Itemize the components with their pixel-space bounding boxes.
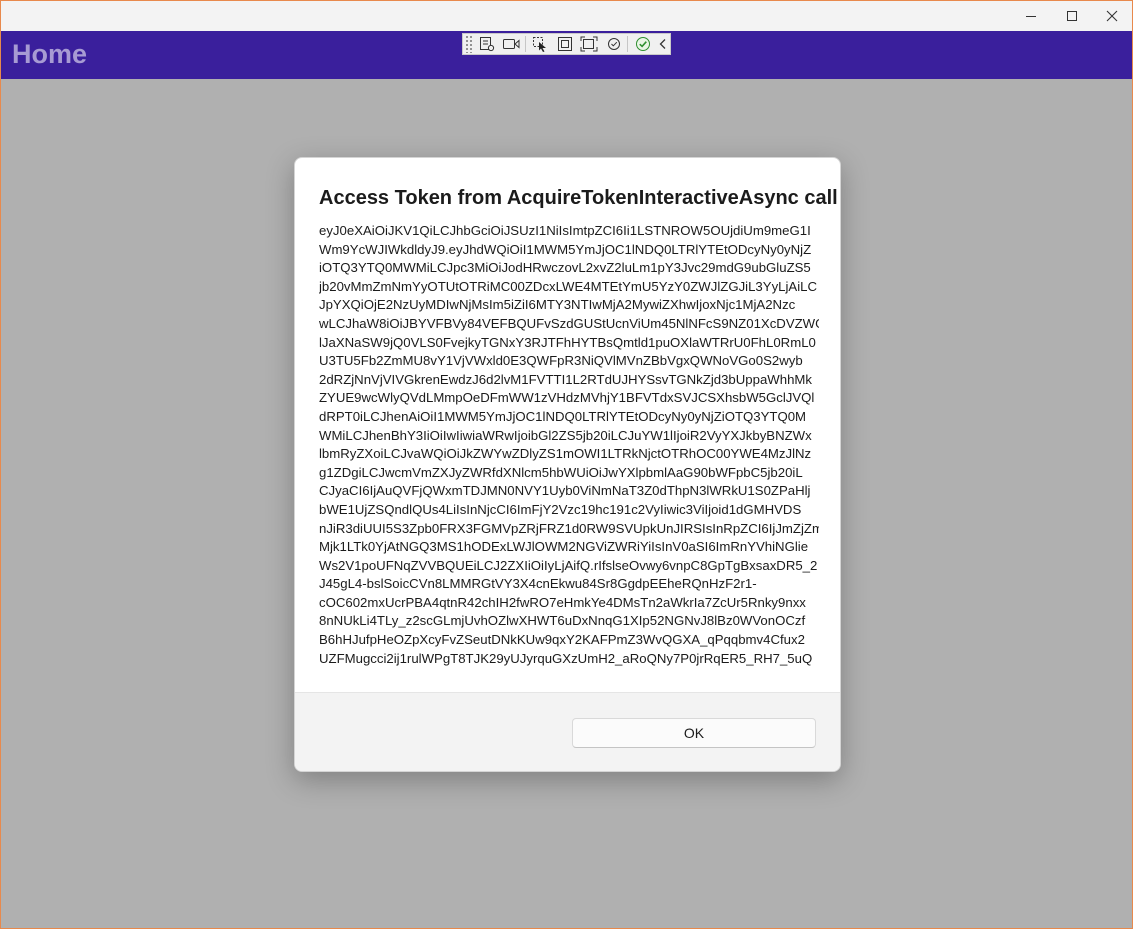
token-line: bWE1UjZSQndlQUs4LiIsInNjcCI6ImFjY2Vzc19h… — [319, 501, 802, 517]
close-icon — [1106, 10, 1118, 22]
token-line: 8nNUkLi4TLy_z2scGLmjUvhOZlwXHWT6uDxNnqG1… — [319, 613, 806, 629]
record-button[interactable] — [501, 34, 522, 54]
select-element-icon — [533, 37, 547, 52]
layout-adorners-button[interactable] — [554, 34, 575, 54]
record-icon — [503, 39, 520, 49]
token-line: dRPT0iLCJhenAiOiI1MWM5YmJjOC1lNDQ0LTRlYT… — [319, 408, 807, 424]
token-line: lJaXNaSW9jQ0VLS0FvejkyTGNxY3RJTFhHYTBsQm… — [319, 334, 816, 350]
hot-reload-ok-icon — [635, 37, 650, 51]
token-line: g1ZDgiLCJwcmVmZXJyZWRfdXNlcm5hbWUiOiJwYX… — [319, 464, 803, 480]
toolbar-separator — [524, 36, 526, 52]
collapse-toolbar-button[interactable] — [657, 34, 670, 54]
access-token-text: eyJ0eXAiOiJKV1QiLCJhbGciOiJSUzI1NiIsImtp… — [319, 222, 819, 668]
app-window: Home Access Token from AcquireTokenInter… — [0, 0, 1133, 929]
token-line: iOTQ3YTQ0MWMiLCJpc3MiOiJodHRwczovL2xvZ2l… — [319, 260, 811, 276]
binding-failures-button[interactable] — [604, 34, 625, 54]
layout-adorners-icon — [557, 37, 572, 51]
page-content: Access Token from AcquireTokenInteractiv… — [1, 79, 1132, 928]
token-line: jb20vMmZmNmYyOTUtOTRiMC00ZDcxLWE4MTEtYmU… — [319, 278, 818, 294]
ok-button[interactable]: OK — [572, 718, 816, 748]
token-line: U3TU5Fb2ZmMU8vY1VjVWxld0E3QWFpR3NiQVlMVn… — [319, 353, 803, 369]
token-line: WMiLCJhenBhY3IiOiIwIiwiaWRwIjoibGl2ZS5jb… — [319, 427, 812, 443]
token-line: UZFMugcci2ij1rulWPgT8TJK29yUJyrquGXzUmH2… — [319, 650, 813, 666]
minimize-button[interactable] — [1011, 1, 1051, 31]
token-line: eyJ0eXAiOiJKV1QiLCJhbGciOiJSUzI1NiIsImtp… — [319, 223, 811, 238]
minimize-icon — [1026, 16, 1036, 17]
token-line: lbmRyZXoiLCJvaWQiOiJkZWYwZDlyZS1mOWI1LTR… — [319, 446, 812, 462]
dialog-footer: OK — [295, 692, 840, 771]
track-focus-icon — [580, 36, 598, 52]
live-visual-tree-icon — [479, 37, 494, 52]
collapse-icon — [660, 39, 666, 49]
page-title: Home — [12, 39, 88, 69]
access-token-dialog: Access Token from AcquireTokenInteractiv… — [294, 157, 841, 772]
toolbar-separator — [627, 36, 629, 52]
binding-failures-icon — [607, 38, 620, 50]
title-bar[interactable] — [1, 1, 1132, 31]
token-line: wLCJhaW8iOiJBYVFBVy84VEFBQUFvSzdGUStUcnV… — [319, 315, 819, 331]
token-line: B6hHJufpHeOZpXcyFvZSeutDNkKUw9qxY2KAFPmZ… — [319, 632, 805, 648]
token-line: Wm9YcWJIWkdldyJ9.eyJhdWQiOiI1MWM5YmJjOC1… — [319, 241, 812, 257]
live-visual-tree-button[interactable] — [477, 34, 498, 54]
token-line: ZYUE9wcWlyQVdLMmpOeDFmWW1zVHdzMVhjY1BFVT… — [319, 390, 815, 406]
select-element-button[interactable] — [530, 34, 551, 54]
token-line: nJiR3diUUI5S3Zpb0FRX3FGMVpZRjFRZ1d0RW9SV… — [319, 520, 819, 536]
hot-reload-button[interactable] — [632, 34, 653, 54]
token-line: CJyaCI6IjAuQVFjQWxmTDJMN0NVY1Uyb0ViNmNaT… — [319, 483, 811, 499]
dialog-title: Access Token from AcquireTokenInteractiv… — [319, 187, 838, 209]
token-line: cOC602mxUcrPBA4qtnR42chIH2fwRO7eHmkYe4DM… — [319, 594, 806, 610]
token-line: 2dRZjNnVjVIVGkrenEwdzJ6d2lvM1FVTTI1L2RTd… — [319, 371, 812, 387]
token-line: JpYXQiOjE2NzUyMDIwNjMsIm5iZiI6MTY3NTIwMj… — [319, 297, 796, 313]
maximize-button[interactable] — [1052, 1, 1092, 31]
xaml-debug-toolbar — [462, 33, 671, 55]
token-line: Mjk1LTk0YjAtNGQ3MS1hODExLWJlOWM2NGViZWRi… — [319, 539, 809, 555]
toolbar-grip[interactable] — [465, 35, 473, 53]
close-button[interactable] — [1092, 1, 1132, 31]
token-line: J45gL4-bslSoicCVn8LMMRGtVY3X4cnEkwu84Sr8… — [319, 576, 757, 592]
track-focus-button[interactable] — [579, 34, 600, 54]
token-line: Ws2V1poUFNqZVVBQUEiLCJ2ZXIiOiIyLjAifQ.rI… — [319, 557, 818, 573]
maximize-icon — [1067, 11, 1077, 21]
